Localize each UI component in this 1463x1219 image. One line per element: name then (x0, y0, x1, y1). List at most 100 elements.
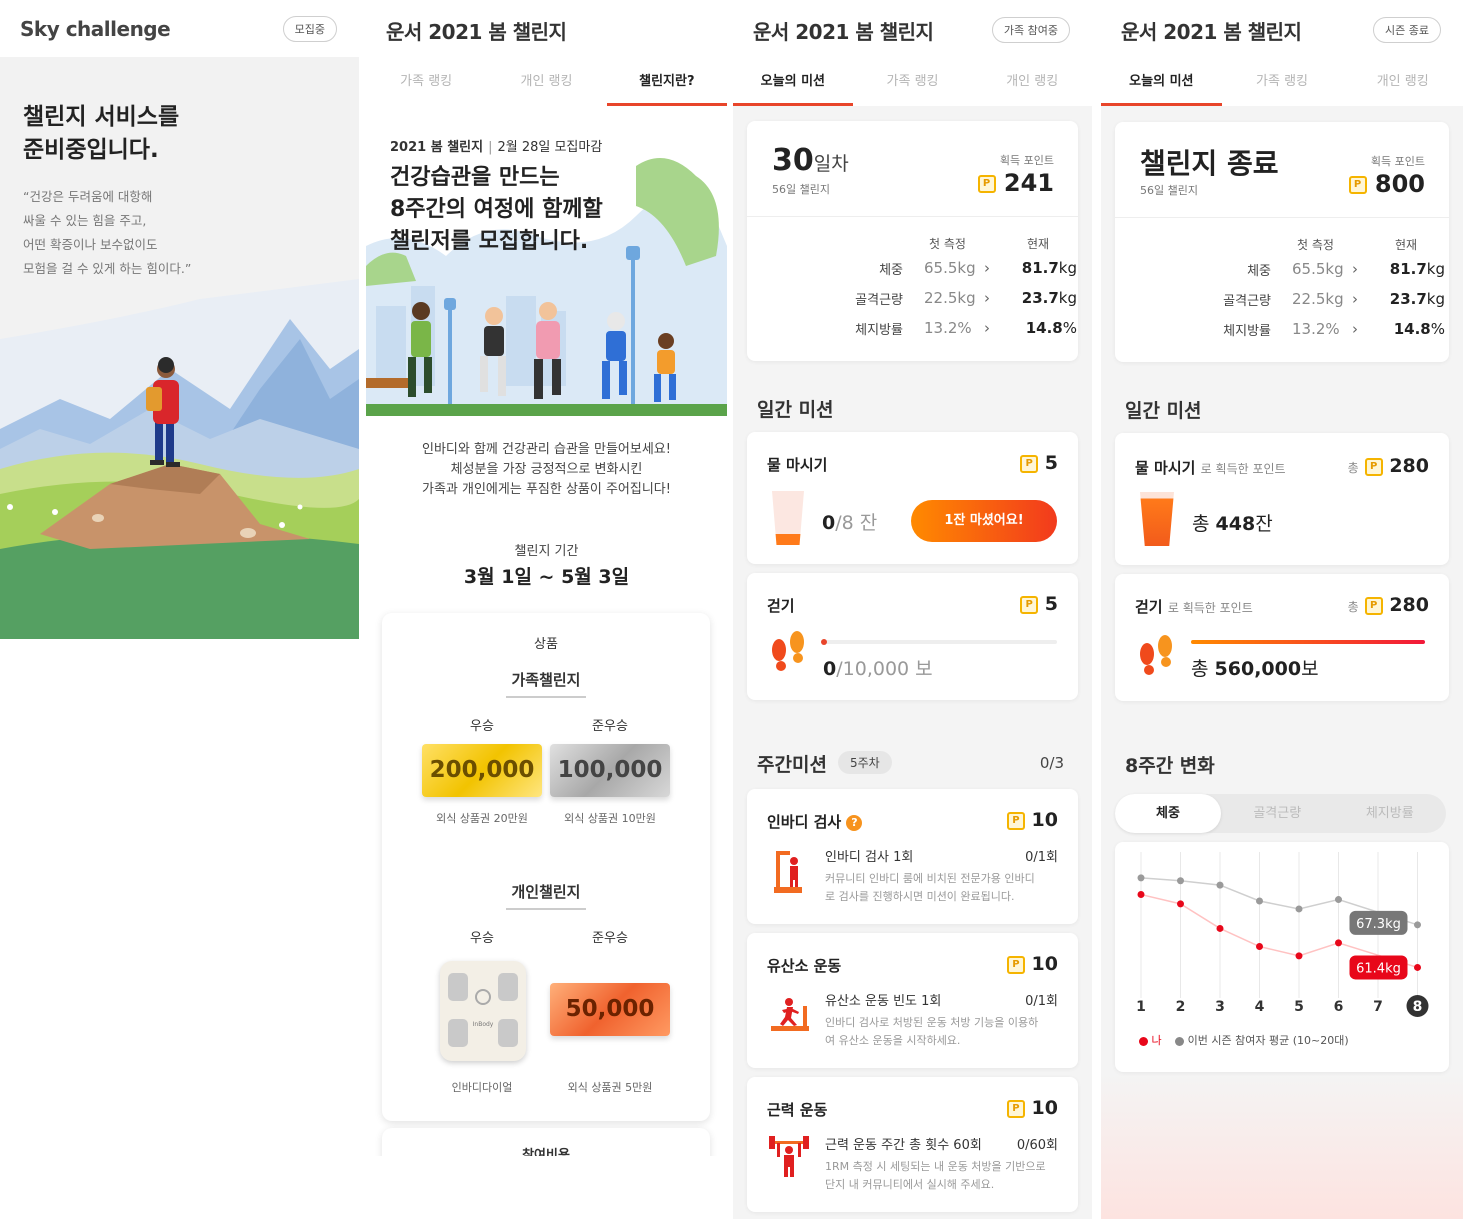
inbody-scale-icon (774, 851, 802, 893)
metric-row-weight: 체중 65.5kg › 81.7kg (1115, 260, 1449, 290)
points-number: 5 (1044, 593, 1058, 615)
water-summary-card: 물 마시기 로 획득한 포인트 총P 280 총 448잔 (1115, 433, 1449, 565)
metric-name: 체지방률 (1223, 324, 1271, 339)
tab-family-ranking[interactable]: 가족 랭킹 (366, 60, 486, 106)
x-tick-label: 1 (1136, 999, 1146, 1015)
period-value: 3월 1일 ~ 5월 3일 (463, 566, 630, 588)
chart-tab-fat[interactable]: 체지방률 (1334, 794, 1447, 833)
mission-title: 유산소 운동 (767, 957, 842, 975)
hero-panel: 챌린지 서비스를 준비중입니다. “건강은 두려움에 대항해 싸울 수 있는 힘… (0, 57, 359, 639)
points-number: 800 (1374, 170, 1425, 198)
summary-points: 총P 280 (1348, 455, 1429, 477)
period-label: 챌린지 기간 (514, 544, 579, 559)
metric-unit: kg (1058, 259, 1077, 277)
data-point (1216, 881, 1224, 889)
water-total: 총 448잔 (1192, 509, 1273, 536)
count-total: /10,000 보 (836, 658, 933, 680)
legend-avg-label: 이번 시즌 참여자 평균 (10~20대) (1187, 1034, 1349, 1047)
banner-meta: 2021 봄 챌린지 | 2월 28일 모집마감 (390, 136, 602, 155)
help-icon[interactable]: ? (846, 814, 863, 831)
drink-button[interactable]: 1잔 마셨어요! (911, 500, 1057, 542)
x-tick-label: 8 (1413, 999, 1423, 1015)
tab-bar: 가족 랭킹 개인 랭킹 챌린지란? (366, 60, 727, 106)
count-value: 0 (823, 658, 837, 680)
walk-total: 총 560,000보 (1191, 654, 1319, 681)
page-title: Sky challenge (20, 16, 171, 41)
points-number: 10 (1031, 1097, 1058, 1119)
cardio-mission-card[interactable]: 유산소 운동 P 10 유산소 운동 빈도 1회 0/1회 인바디 검사로 처방… (747, 933, 1078, 1068)
family-first-prize: 200,000 (422, 744, 542, 797)
summary-subtitle: 로 획득한 포인트 (1200, 462, 1286, 476)
chevron-right-icon: › (1352, 290, 1358, 308)
data-point (1177, 900, 1184, 908)
col-current: 현재 (1395, 238, 1418, 252)
divider (1115, 217, 1449, 218)
water-mission-card: 물 마시기 P 5 0/8 잔 1잔 마셨어요! (747, 432, 1078, 564)
tab-personal-ranking[interactable]: 개인 랭킹 (1342, 60, 1463, 106)
metric-first: 65.5kg (1292, 260, 1344, 278)
walk-count: 0/10,000 보 (823, 654, 933, 681)
me-value-label: 61.4kg (1356, 961, 1401, 976)
col-first-measure: 첫 측정 (929, 237, 966, 251)
tab-family-ranking[interactable]: 가족 랭킹 (853, 60, 973, 106)
tab-today-mission[interactable]: 오늘의 미션 (1101, 60, 1222, 106)
points-value: P 800 (1348, 170, 1425, 198)
cost-card: 참여비용 (382, 1128, 710, 1156)
points-number: 280 (1389, 594, 1429, 616)
week-badge: 5주차 (838, 751, 892, 774)
hiker-illustration (0, 279, 359, 639)
sum-prefix: 총 (1191, 658, 1209, 680)
water-count: 0/8 잔 (822, 508, 877, 535)
legend-me-dot (1139, 1036, 1148, 1046)
points-number: 280 (1389, 455, 1429, 477)
family-second-prize: 100,000 (550, 744, 670, 797)
tab-bar: 오늘의 미션 가족 랭킹 개인 랭킹 (1101, 60, 1463, 106)
sum-value: 560,000 (1214, 658, 1302, 680)
total-label: 총 (1347, 600, 1359, 614)
tab-today-mission[interactable]: 오늘의 미션 (733, 60, 853, 106)
day-number: 30 (772, 143, 814, 178)
chevron-right-icon: › (1352, 260, 1358, 278)
desc-line: 인바디와 함께 건강관리 습관을 만들어보세요! (422, 442, 671, 457)
metric-unit: % (1062, 319, 1077, 337)
x-tick-label: 6 (1334, 999, 1344, 1015)
page-title: 운서 2021 봄 챌린지 (1121, 19, 1302, 44)
chart-tab-weight[interactable]: 체중 (1115, 794, 1221, 833)
headline-line: 챌린저를 모집합니다. (390, 229, 589, 254)
quote-line: 어떤 확증이나 보수없이도 (23, 237, 158, 252)
family-first-desc: 외식 상품권 20만원 (436, 812, 528, 825)
legend-me-label: 나 (1151, 1034, 1162, 1047)
metric-name: 체중 (879, 263, 903, 278)
hero-heading-line: 준비중입니다. (23, 137, 159, 163)
weight-chart-card: 1 2 3 4 5 6 7 8 67.3kg 61.4kg 나 이번 시즌 참여자 평균 (10~… (1115, 842, 1449, 1072)
metric-name: 골격근량 (855, 293, 903, 308)
metric-now: 23.7kg (1001, 289, 1077, 307)
chart-tab-muscle[interactable]: 골격근량 (1221, 794, 1334, 833)
metric-name: 골격근량 (1223, 294, 1271, 309)
legend-avg-dot (1175, 1036, 1185, 1046)
point-icon: P (1020, 454, 1039, 473)
headline-line: 8주간의 여정에 함께할 (390, 197, 603, 222)
metric-now: 14.8% (1369, 320, 1445, 338)
strength-mission-card[interactable]: 근력 운동 P 10 근력 운동 주간 총 횟수 60회 0/60회 1RM 측… (747, 1077, 1078, 1212)
inbody-mission-card[interactable]: 인바디 검사 ? P 10 인바디 검사 1회 0/1회 커뮤니티 인바디 룸에… (747, 789, 1078, 924)
metric-now-value: 23.7 (1389, 290, 1427, 308)
personal-second-desc: 외식 상품권 5만원 (567, 1081, 653, 1094)
mission-points: P 10 (1006, 953, 1058, 975)
mission-points: P 10 (1006, 1097, 1058, 1119)
tab-personal-ranking[interactable]: 개인 랭킹 (486, 60, 606, 106)
data-point (1177, 877, 1184, 885)
metric-name: 체중 (1247, 264, 1271, 279)
challenge-ended-title: 챌린지 종료 (1140, 147, 1279, 180)
point-icon: P (1006, 1099, 1025, 1118)
daily-mission-title: 일간 미션 (1125, 400, 1202, 422)
col-first-measure: 첫 측정 (1297, 238, 1334, 252)
tab-personal-ranking[interactable]: 개인 랭킹 (972, 60, 1092, 106)
chevron-right-icon: › (984, 319, 990, 337)
chart-title: 8주간 변화 (1125, 755, 1215, 777)
tab-family-ranking[interactable]: 가족 랭킹 (1222, 60, 1343, 106)
banner-label: 2021 봄 챌린지 (390, 140, 484, 155)
family-second-label: 준우승 (592, 719, 628, 734)
points-value: P 241 (977, 169, 1054, 197)
tab-what-is-challenge[interactable]: 챌린지란? (606, 60, 727, 106)
